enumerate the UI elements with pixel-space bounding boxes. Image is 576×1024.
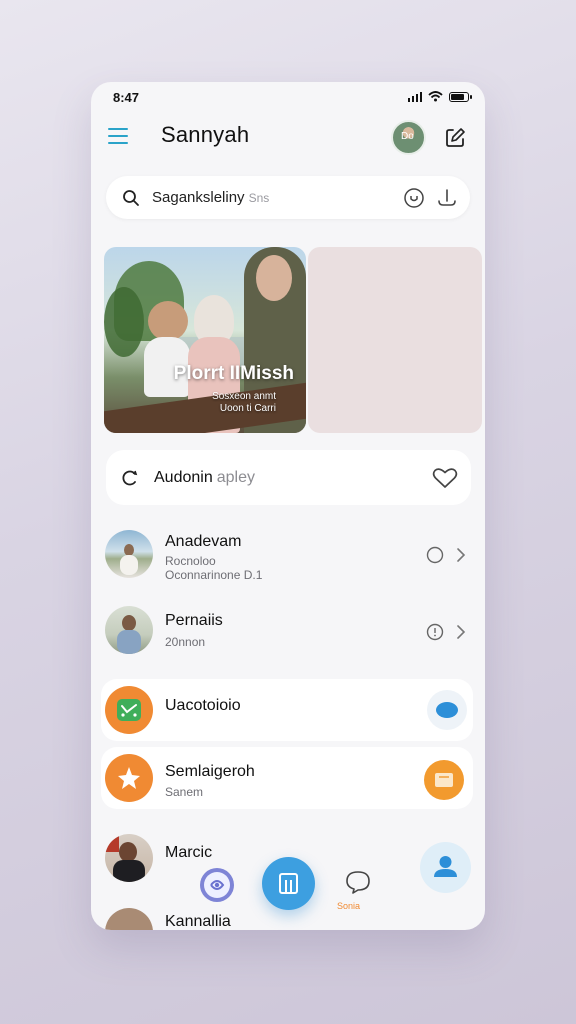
- list-item-sub: 20nnon: [165, 635, 206, 649]
- signal-icon: [407, 91, 422, 102]
- featured-subtitle-1: Sosxeon anmt: [212, 391, 276, 402]
- list-item[interactable]: Pernaiis 20nnon: [103, 604, 475, 660]
- featured-card[interactable]: Plorrt IIMissh Sosxeon anmt Uoon ti Carr…: [104, 247, 306, 433]
- card-row[interactable]: Uacotoioio: [101, 679, 473, 741]
- app-icon: [105, 686, 153, 734]
- badge[interactable]: [424, 760, 464, 800]
- audio-row[interactable]: Audonin apley: [106, 450, 471, 505]
- avatar: [105, 606, 153, 654]
- chevron-right-icon[interactable]: [456, 624, 466, 640]
- app-icon: [105, 754, 153, 802]
- app-header: Sannyah Do: [91, 114, 485, 164]
- list-item-sub-1: Rocnoloo: [165, 554, 216, 568]
- featured-carousel[interactable]: Plorrt IIMissh Sosxeon anmt Uoon ti Carr…: [104, 247, 484, 433]
- bottom-nav: Sonia: [91, 842, 485, 930]
- phone-screen: 8:47 Sannyah Do Saganksleliny Sns Plorrt…: [91, 82, 485, 930]
- avatar[interactable]: Do: [391, 120, 426, 155]
- list-item-sub-2: Oconnarinone D.1: [165, 568, 263, 582]
- chat-icon[interactable]: [345, 869, 371, 895]
- explore-icon[interactable]: [199, 867, 235, 903]
- battery-icon: [449, 91, 472, 102]
- audio-sub: apley: [216, 469, 255, 486]
- transfer-icon: [117, 699, 141, 721]
- compose-icon[interactable]: [444, 127, 466, 149]
- search-text: Saganksleliny: [152, 189, 245, 206]
- search-hint: Sns: [248, 191, 270, 205]
- featured-subtitle: Sosxeon anmt Uoon ti Carri: [104, 391, 306, 415]
- card-row-sub: Sanem: [165, 785, 204, 799]
- search-bar[interactable]: Saganksleliny Sns: [106, 176, 470, 219]
- card-row-name: Semlaigeroh: [165, 763, 255, 780]
- home-button[interactable]: [262, 857, 315, 910]
- status-bar: 8:47: [91, 82, 485, 114]
- featured-title: Plorrt IIMissh: [173, 363, 294, 384]
- ticket-icon: [435, 773, 453, 787]
- avatar: [105, 530, 153, 578]
- list-item-name: Anadevam: [165, 533, 242, 550]
- heart-icon[interactable]: [432, 467, 458, 489]
- card-row-name: Uacotoioio: [165, 697, 241, 714]
- nav-label: Sonia: [337, 901, 361, 911]
- refresh-icon: [122, 470, 138, 486]
- share-icon[interactable]: [436, 187, 458, 209]
- info-icon[interactable]: [426, 623, 444, 641]
- audio-label: Audonin apley: [154, 469, 255, 487]
- audio-title: Audonin: [154, 469, 213, 486]
- voice-icon[interactable]: [403, 187, 425, 209]
- featured-subtitle-2: Uoon ti Carri: [219, 403, 276, 414]
- avatar-text: Do: [401, 131, 414, 142]
- list-item-sub: Rocnoloo Oconnarinone D.1: [165, 554, 262, 582]
- status-icons: [407, 91, 472, 102]
- message-icon: [436, 702, 458, 718]
- search-input[interactable]: Saganksleliny Sns: [152, 189, 269, 206]
- list-item-name: Pernaiis: [165, 612, 223, 629]
- status-time: 8:47: [113, 90, 140, 105]
- star-icon: [118, 767, 140, 789]
- featured-card-next[interactable]: [308, 247, 482, 433]
- menu-icon[interactable]: [108, 128, 128, 144]
- badge[interactable]: [427, 690, 467, 730]
- info-icon[interactable]: [426, 546, 444, 564]
- list-item[interactable]: Anadevam Rocnoloo Oconnarinone D.1: [103, 528, 475, 584]
- user-icon: [434, 856, 457, 877]
- chevron-right-icon[interactable]: [456, 547, 466, 563]
- home-icon: [279, 873, 298, 894]
- wifi-icon: [428, 91, 443, 102]
- profile-button[interactable]: [420, 842, 471, 893]
- search-icon: [123, 190, 139, 206]
- page-title: Sannyah: [161, 122, 250, 147]
- card-row[interactable]: Semlaigeroh Sanem: [101, 747, 473, 809]
